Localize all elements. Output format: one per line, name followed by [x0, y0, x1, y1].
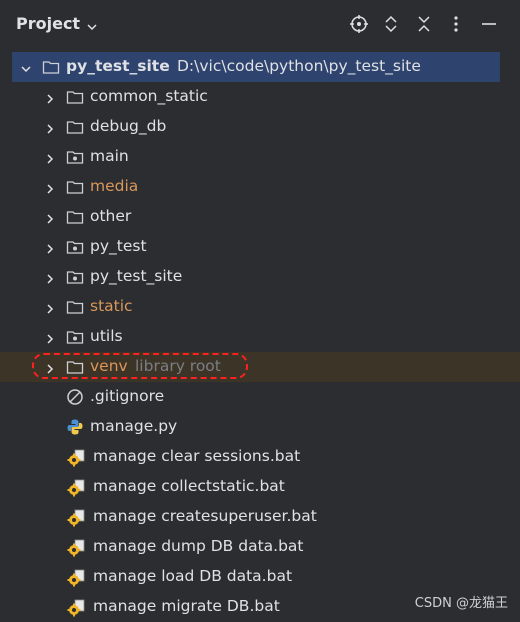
package-icon — [66, 328, 84, 346]
folder-label: other — [90, 207, 132, 225]
folder-icon — [66, 118, 84, 136]
tree-row-file[interactable]: .gitignore — [0, 382, 520, 412]
collapse-all-icon[interactable] — [414, 14, 434, 34]
file-label: manage migrate DB.bat — [93, 597, 280, 615]
tree-row-folder[interactable]: media — [0, 172, 520, 202]
folder-icon — [66, 178, 84, 196]
more-options-icon[interactable] — [446, 14, 466, 34]
bat-gear-icon — [66, 568, 85, 587]
package-icon — [66, 268, 84, 286]
file-label: manage.py — [90, 417, 178, 435]
folder-label: py_test — [90, 237, 147, 255]
tree-row-file[interactable]: manage.py — [0, 412, 520, 442]
root-name: py_test_site — [66, 57, 170, 75]
folder-label: common_static — [90, 87, 208, 105]
file-label: manage dump DB data.bat — [93, 537, 304, 555]
tree-row-folder[interactable]: other — [0, 202, 520, 232]
tree-row-folder[interactable]: common_static — [0, 82, 520, 112]
tree-row-root[interactable]: py_test_site D:\vic\code\python\py_test_… — [12, 52, 500, 82]
file-label: manage clear sessions.bat — [93, 447, 301, 465]
chevron-right-icon[interactable] — [44, 301, 56, 314]
minimize-icon[interactable] — [479, 14, 499, 34]
folder-label: py_test_site — [90, 267, 183, 285]
folder-label: static — [90, 297, 133, 315]
chevron-expanded-icon[interactable] — [20, 61, 32, 73]
folder-label: debug_db — [90, 117, 167, 135]
tree-row-file[interactable]: manage clear sessions.bat — [0, 442, 520, 472]
tree-row-folder[interactable]: utils — [0, 322, 520, 352]
tree-row-file[interactable]: manage createsuperuser.bat — [0, 502, 520, 532]
bat-gear-icon — [66, 478, 85, 497]
project-toolwindow-header: Project — [0, 0, 520, 48]
locate-icon[interactable] — [349, 14, 369, 34]
tree-row-venv[interactable]: venv library root — [0, 352, 520, 382]
file-label: .gitignore — [90, 387, 165, 405]
tree-row-folder[interactable]: debug_db — [0, 112, 520, 142]
tree-row-folder[interactable]: py_test — [0, 232, 520, 262]
expand-all-icon[interactable] — [381, 14, 401, 34]
package-icon — [66, 148, 84, 166]
chevron-right-icon[interactable] — [44, 121, 56, 134]
annotation-dashed-outline — [32, 353, 248, 379]
chevron-right-icon[interactable] — [44, 181, 56, 194]
folder-icon — [66, 298, 84, 316]
file-label: manage load DB data.bat — [93, 567, 293, 585]
chevron-right-icon[interactable] — [44, 241, 56, 254]
chevron-right-icon[interactable] — [44, 271, 56, 284]
ignore-icon — [66, 388, 84, 406]
file-label: manage createsuperuser.bat — [93, 507, 317, 525]
chevron-down-icon[interactable] — [86, 19, 98, 37]
chevron-right-icon[interactable] — [44, 331, 56, 344]
file-label: manage collectstatic.bat — [93, 477, 285, 495]
folder-icon — [66, 208, 84, 226]
root-path: D:\vic\code\python\py_test_site — [177, 57, 421, 75]
python-icon — [66, 418, 84, 436]
folder-label: media — [90, 177, 139, 195]
watermark: CSDN @龙猫王 — [414, 596, 508, 611]
project-title[interactable]: Project — [16, 14, 80, 33]
folder-icon — [66, 88, 84, 106]
folder-label: utils — [90, 327, 123, 345]
tree-row-file[interactable]: manage load DB data.bat — [0, 562, 520, 592]
bat-gear-icon — [66, 598, 85, 617]
tree-row-folder[interactable]: py_test_site — [0, 262, 520, 292]
bat-gear-icon — [66, 448, 85, 467]
bat-gear-icon — [66, 538, 85, 557]
tree-row-folder[interactable]: main — [0, 142, 520, 172]
chevron-right-icon[interactable] — [44, 91, 56, 104]
tree-row-file[interactable]: manage dump DB data.bat — [0, 532, 520, 562]
folder-label: main — [90, 147, 129, 165]
chevron-right-icon[interactable] — [44, 151, 56, 164]
tree-row-file[interactable]: manage collectstatic.bat — [0, 472, 520, 502]
tree-row-folder[interactable]: static — [0, 292, 520, 322]
package-icon — [66, 238, 84, 256]
bat-gear-icon — [66, 508, 85, 527]
folder-icon — [42, 58, 60, 76]
chevron-right-icon[interactable] — [44, 211, 56, 224]
